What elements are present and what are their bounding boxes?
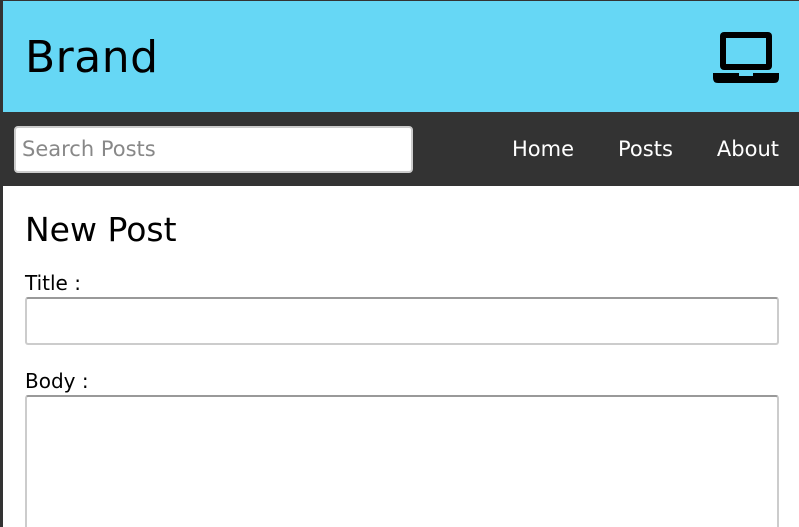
laptop-icon	[713, 30, 779, 84]
new-post-form: Title : Body :	[25, 271, 780, 527]
nav-link-posts[interactable]: Posts	[596, 112, 695, 186]
brand-logo[interactable]: Brand	[25, 30, 159, 83]
nav-links: Home Posts About	[490, 112, 799, 186]
search-input[interactable]	[14, 125, 413, 173]
main-content: New Post Title : Body :	[3, 186, 799, 527]
body-field[interactable]	[25, 395, 779, 527]
main-navbar: Home Posts About	[3, 112, 799, 186]
title-label: Title :	[25, 271, 81, 295]
nav-link-about[interactable]: About	[695, 112, 799, 186]
body-label: Body :	[25, 369, 89, 393]
page-title: New Post	[25, 210, 177, 249]
title-field[interactable]	[25, 297, 779, 345]
nav-link-home[interactable]: Home	[490, 112, 596, 186]
site-header: Brand	[3, 1, 799, 112]
page-frame: Brand Home Posts About New Post Title : …	[0, 0, 799, 527]
